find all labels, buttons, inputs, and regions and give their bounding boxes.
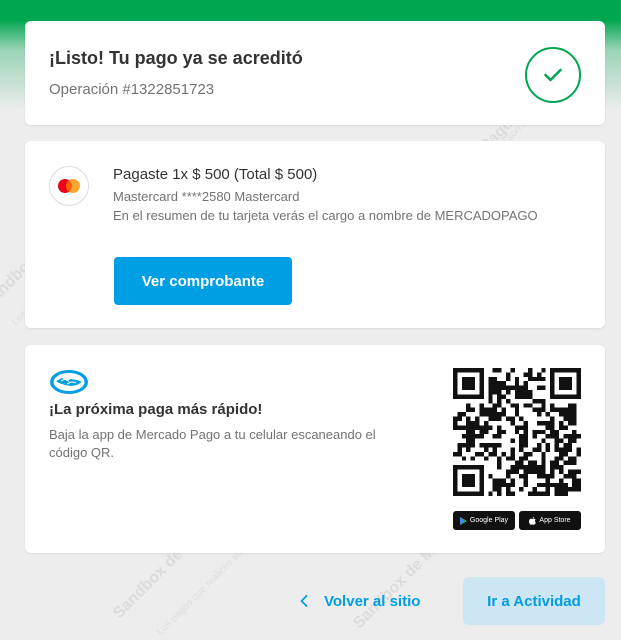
google-play-icon [459,516,467,525]
back-to-site-link[interactable]: Volver al sitio [300,578,420,624]
back-to-site-label: Volver al sitio [324,592,421,610]
success-badge [525,47,581,103]
app-promo-card: ¡La próxima paga más rápido! Baja la app… [25,345,605,553]
app-store-label: App Store [539,517,571,524]
google-play-label: Google Play [469,517,509,524]
apple-icon [529,516,537,525]
card-brand-logo [49,166,89,206]
app-promo-title: ¡La próxima paga más rápido! [49,401,263,418]
check-icon [544,68,562,82]
mastercard-icon [58,179,80,193]
google-play-button[interactable]: Google Play [453,511,515,530]
payment-note: En el resumen de tu tarjeta verás el car… [113,208,538,223]
app-promo-text: Baja la app de Mercado Pago a tu celular… [49,427,376,460]
status-card: ¡Listo! Tu pago ya se acreditó Operación… [25,21,605,125]
app-store-button[interactable]: App Store [519,511,581,530]
status-title: ¡Listo! Tu pago ya se acreditó [49,48,303,68]
mercado-pago-logo [50,370,88,394]
operation-number: Operación #1322851723 [49,81,215,98]
qr-code [453,368,581,496]
payment-summary: Pagaste 1x $ 500 (Total $ 500) [113,166,318,183]
payment-card-info: Mastercard ****2580 Mastercard [113,189,300,204]
view-receipt-button[interactable]: Ver comprobante [114,257,292,305]
chevron-left-icon [300,595,308,607]
payment-card: Pagaste 1x $ 500 (Total $ 500) Mastercar… [25,141,605,328]
go-to-activity-button[interactable]: Ir a Actividad [463,577,605,625]
